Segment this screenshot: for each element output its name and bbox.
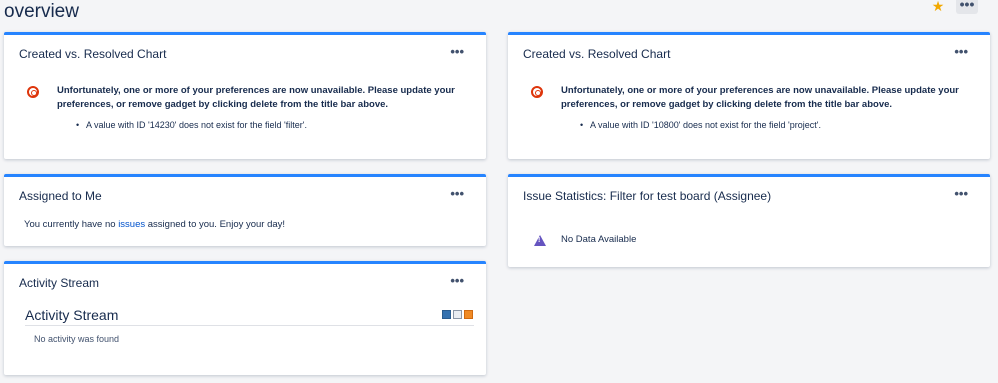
error-line-1: Unfortunately, one or more of your prefe… bbox=[561, 85, 959, 96]
page-title: overview bbox=[4, 1, 79, 22]
gadget-activity-stream: Activity Stream ••• Activity Stream No a… bbox=[4, 261, 486, 375]
error-detail-text: A value with ID '10800' does not exist f… bbox=[590, 120, 822, 130]
gadget-issue-statistics: Issue Statistics: Filter for test board … bbox=[508, 174, 990, 267]
gadget-menu-button[interactable]: ••• bbox=[450, 273, 464, 288]
full-view-icon[interactable] bbox=[442, 310, 451, 319]
gadget-title: Created vs. Resolved Chart bbox=[523, 47, 671, 61]
gadget-assigned-to-me: Assigned to Me ••• You currently have no… bbox=[4, 174, 486, 246]
bullet: • bbox=[580, 120, 584, 130]
gadget-title: Issue Statistics: Filter for test board … bbox=[523, 189, 772, 203]
error-detail: • A value with ID '10800' does not exist … bbox=[580, 119, 821, 131]
activity-stream-heading: Activity Stream bbox=[25, 307, 119, 323]
error-line-1: Unfortunately, one or more of your prefe… bbox=[57, 85, 455, 96]
gadget-title: Created vs. Resolved Chart bbox=[19, 47, 167, 61]
empty-activity-message: No activity was found bbox=[34, 334, 120, 344]
gadget-menu-button[interactable]: ••• bbox=[954, 44, 968, 59]
gadget-menu-button[interactable]: ••• bbox=[450, 44, 464, 59]
error-detail-text: A value with ID '14230' does not exist f… bbox=[86, 120, 307, 130]
gadget-menu-button[interactable]: ••• bbox=[450, 186, 464, 201]
error-line-2: preferences, or remove gadget by clickin… bbox=[57, 99, 389, 110]
gadget-created-vs-resolved-left: Created vs. Resolved Chart ••• Unfortuna… bbox=[4, 32, 486, 159]
error-message: Unfortunately, one or more of your prefe… bbox=[57, 84, 455, 112]
error-message: Unfortunately, one or more of your prefe… bbox=[561, 84, 959, 112]
bullet: • bbox=[76, 120, 80, 130]
star-icon[interactable]: ★ bbox=[929, 0, 947, 14]
error-icon bbox=[27, 86, 39, 98]
no-data-message: No Data Available bbox=[561, 234, 637, 245]
list-view-icon[interactable] bbox=[453, 310, 462, 319]
error-detail: • A value with ID '14230' does not exist … bbox=[76, 119, 307, 131]
warning-icon bbox=[534, 235, 546, 246]
error-line-2: preferences, or remove gadget by clickin… bbox=[561, 99, 893, 110]
gadget-title: Activity Stream bbox=[19, 276, 100, 290]
assigned-message: You currently have no issues assigned to… bbox=[24, 219, 285, 230]
assigned-text-after: assigned to you. Enjoy your day! bbox=[145, 219, 286, 230]
rss-icon[interactable] bbox=[464, 310, 473, 319]
divider bbox=[25, 325, 474, 326]
page-menu-button[interactable]: ••• bbox=[956, 0, 978, 14]
gadget-created-vs-resolved-right: Created vs. Resolved Chart ••• Unfortuna… bbox=[508, 32, 990, 159]
issues-link[interactable]: issues bbox=[118, 219, 145, 230]
gadget-menu-button[interactable]: ••• bbox=[954, 186, 968, 201]
assigned-text-before: You currently have no bbox=[24, 219, 119, 230]
gadget-title: Assigned to Me bbox=[19, 189, 102, 203]
error-icon bbox=[531, 86, 543, 98]
